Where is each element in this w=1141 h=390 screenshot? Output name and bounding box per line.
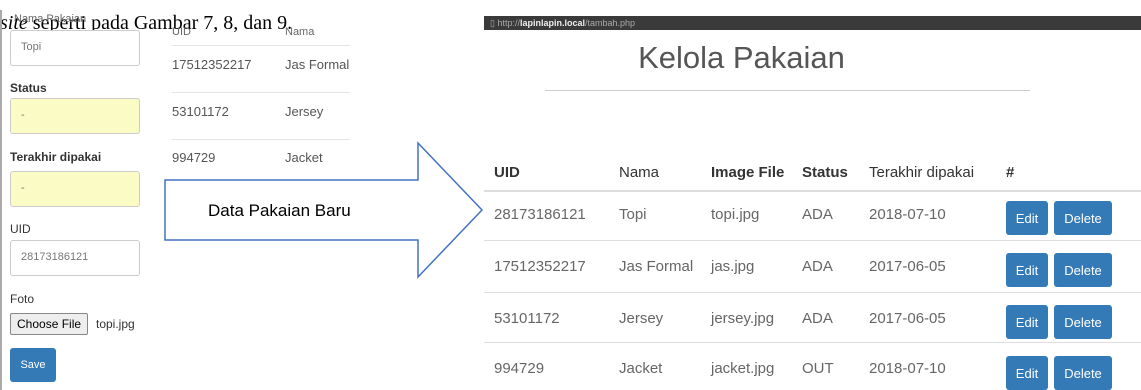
cell-date: 2018-07-10 [869, 360, 946, 377]
row-divider [484, 240, 1141, 241]
cell-nama: Topi [619, 206, 647, 223]
title-divider [545, 90, 1030, 91]
save-button[interactable]: Save [10, 348, 56, 382]
cell-status: ADA [802, 310, 833, 327]
middle-row-nama: Jersey [285, 104, 324, 119]
middle-divider [172, 45, 350, 46]
edit-button[interactable]: Edit [1006, 201, 1048, 235]
cell-status: ADA [802, 206, 833, 223]
cell-image: jersey.jpg [711, 310, 775, 327]
delete-button[interactable]: Delete [1054, 201, 1112, 235]
cell-nama: Jersey [619, 310, 664, 327]
col-header-terakhir: Terakhir dipakai [869, 164, 975, 181]
middle-row-uid: 17512352217 [172, 57, 252, 72]
file-name-text: topi.jpg [96, 317, 135, 331]
cell-status: OUT [802, 360, 834, 377]
cell-image: jas.jpg [711, 258, 755, 275]
uid-input[interactable]: 28173186121 [10, 240, 140, 276]
row-divider [484, 342, 1141, 343]
status-input[interactable]: - [10, 98, 140, 134]
middle-uid-header: UID [172, 26, 191, 38]
delete-button[interactable]: Delete [1054, 253, 1112, 287]
page-title: Kelola Pakaian [638, 40, 845, 75]
middle-row-nama: Jas Formal [285, 57, 350, 72]
middle-row-uid: 53101172 [172, 104, 229, 119]
last-used-input[interactable]: - [10, 171, 140, 207]
url-path: /tambah.php [584, 18, 636, 28]
cell-nama: Jacket [619, 360, 663, 377]
cell-image: topi.jpg [711, 206, 760, 223]
edit-button[interactable]: Edit [1006, 253, 1048, 287]
col-header-uid: UID [494, 164, 520, 181]
cell-uid: 17512352217 [494, 258, 586, 275]
status-label: Status [10, 81, 47, 95]
url-host: lapinlapin.local [519, 18, 585, 28]
edit-button[interactable]: Edit [1006, 356, 1048, 390]
arrow-label: Data Pakaian Baru [208, 201, 351, 220]
middle-divider [172, 92, 350, 93]
col-header-action: # [1006, 164, 1015, 181]
middle-nama-header: Nama [285, 26, 315, 38]
last-used-label: Terakhir dipakai [10, 150, 102, 164]
name-input[interactable]: Topi [10, 30, 140, 66]
url-prefix: http:// [497, 18, 520, 28]
cell-uid: 994729 [494, 360, 545, 377]
edit-button[interactable]: Edit [1006, 305, 1048, 339]
browser-url[interactable]: ▯ http://lapinlapin.local/tambah.php [490, 18, 635, 29]
col-header-nama: Nama [619, 164, 660, 181]
uid-label: UID [10, 222, 31, 236]
photo-label: Foto [10, 292, 35, 306]
cell-date: 2017-06-05 [869, 310, 946, 327]
cell-date: 2017-06-05 [869, 258, 946, 275]
col-header-status: Status [802, 164, 848, 181]
cell-uid: 28173186121 [494, 206, 586, 223]
delete-button[interactable]: Delete [1054, 356, 1112, 390]
header-divider [484, 190, 1141, 192]
col-header-image: Image File [711, 164, 785, 181]
cell-nama: Jas Formal [619, 258, 694, 275]
cell-status: ADA [802, 258, 833, 275]
cell-uid: 53101172 [494, 310, 560, 327]
cell-date: 2018-07-10 [869, 206, 946, 223]
row-divider [484, 292, 1141, 293]
delete-button[interactable]: Delete [1054, 305, 1112, 339]
choose-file-button[interactable]: Choose File [10, 313, 89, 335]
cell-image: jacket.jpg [711, 360, 775, 377]
